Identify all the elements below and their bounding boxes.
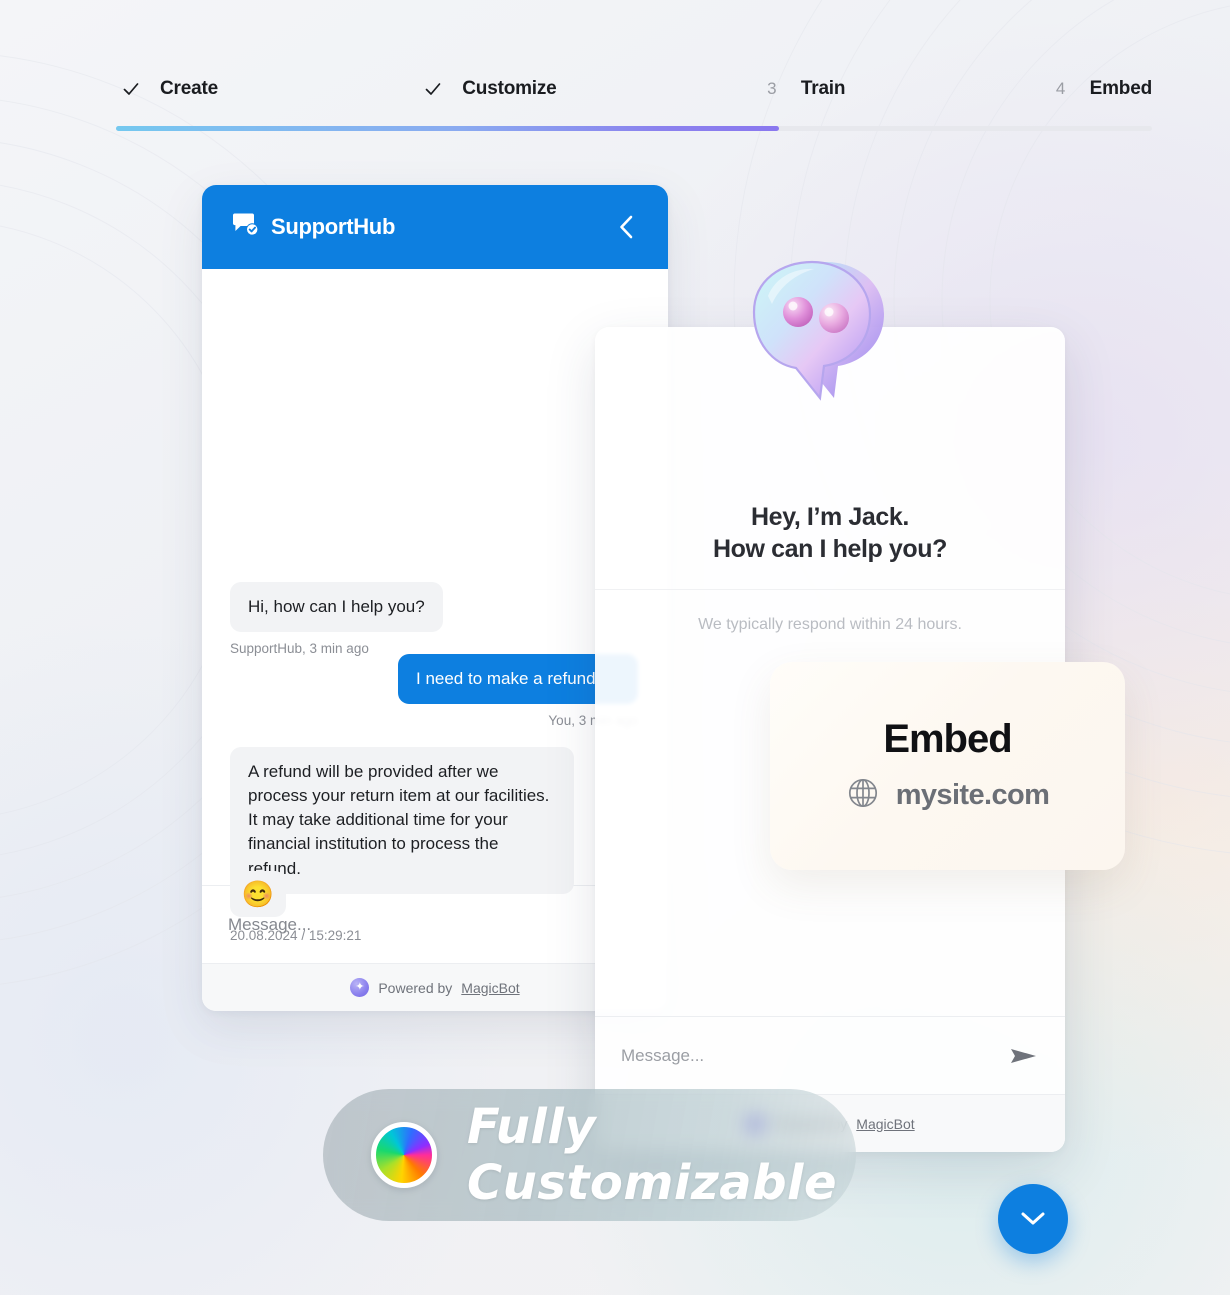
progress-fill [116,126,780,131]
preview-hero: Hey, I’m Jack. How can I help you? [595,327,1065,589]
stepper-step-create[interactable]: Create [116,74,218,104]
stepper-step-label: Train [800,78,846,99]
fully-customizable-label: Fully Customizable [467,1099,838,1211]
preview-greeting-line1: Hey, I’m Jack. [751,503,909,531]
progress-track [116,126,1152,131]
preview-response-note: We typically respond within 24 hours. [595,589,1065,659]
chat-message-reaction: 😊 20.08.2024 / 15:29:21 [230,871,361,943]
embed-site-row: mysite.com [846,776,1050,815]
preview-greeting-line2: How can I help you? [712,535,948,563]
fully-customizable-badge: Fully Customizable [323,1089,856,1221]
globe-icon [846,776,880,815]
message-timestamp: 20.08.2024 / 15:29:21 [230,928,362,943]
message-bubble: Hi, how can I help you? [230,582,443,633]
chat-check-icon [232,213,259,242]
stepper-step-label: Create [160,78,218,99]
chat-message-bot: Hi, how can I help you? SupportHub, 3 mi… [230,582,443,656]
step-number: 3 [767,79,777,98]
check-icon [116,74,146,104]
embed-card-title: Embed [883,717,1012,761]
color-wheel-icon [371,1122,437,1188]
stepper-step-train[interactable]: 3 Train [757,74,845,104]
stepper-step-label: Embed [1089,78,1153,99]
emoji-bubble: 😊 [230,871,286,917]
embed-card: Embed mysite.com [770,662,1125,870]
step-number: 4 [1055,79,1066,98]
stepper-step-embed[interactable]: 4 Embed [1046,74,1152,104]
chat-brand-name: SupportHub [271,214,396,239]
onboarding-stepper: Create Customize 3 Train 4 Embed [116,62,1152,136]
stepper-steps: Create Customize 3 Train 4 Embed [116,62,1152,116]
send-icon[interactable] [1009,1045,1039,1067]
minimize-chat-fab[interactable] [998,1184,1068,1254]
chevron-left-icon[interactable] [616,214,638,240]
stepper-step-label: Customize [462,78,557,99]
embed-site-url: mysite.com [895,779,1050,811]
powered-by-label: Powered by [378,979,453,996]
chat-brand: SupportHub [232,213,395,242]
check-icon [418,74,448,104]
chevron-down-icon [1019,1209,1047,1230]
preview-input-area[interactable]: Message... [595,1016,1065,1094]
stepper-step-customize[interactable]: Customize [418,74,557,104]
magicbot-link[interactable]: MagicBot [856,1116,914,1132]
sparkle-icon: ✦ [350,978,370,997]
magicbot-link[interactable]: MagicBot [461,980,519,996]
chat-header: SupportHub [202,185,668,269]
preview-greeting: Hey, I’m Jack. How can I help you? [713,501,947,565]
preview-message-input-placeholder[interactable]: Message... [621,1046,704,1066]
